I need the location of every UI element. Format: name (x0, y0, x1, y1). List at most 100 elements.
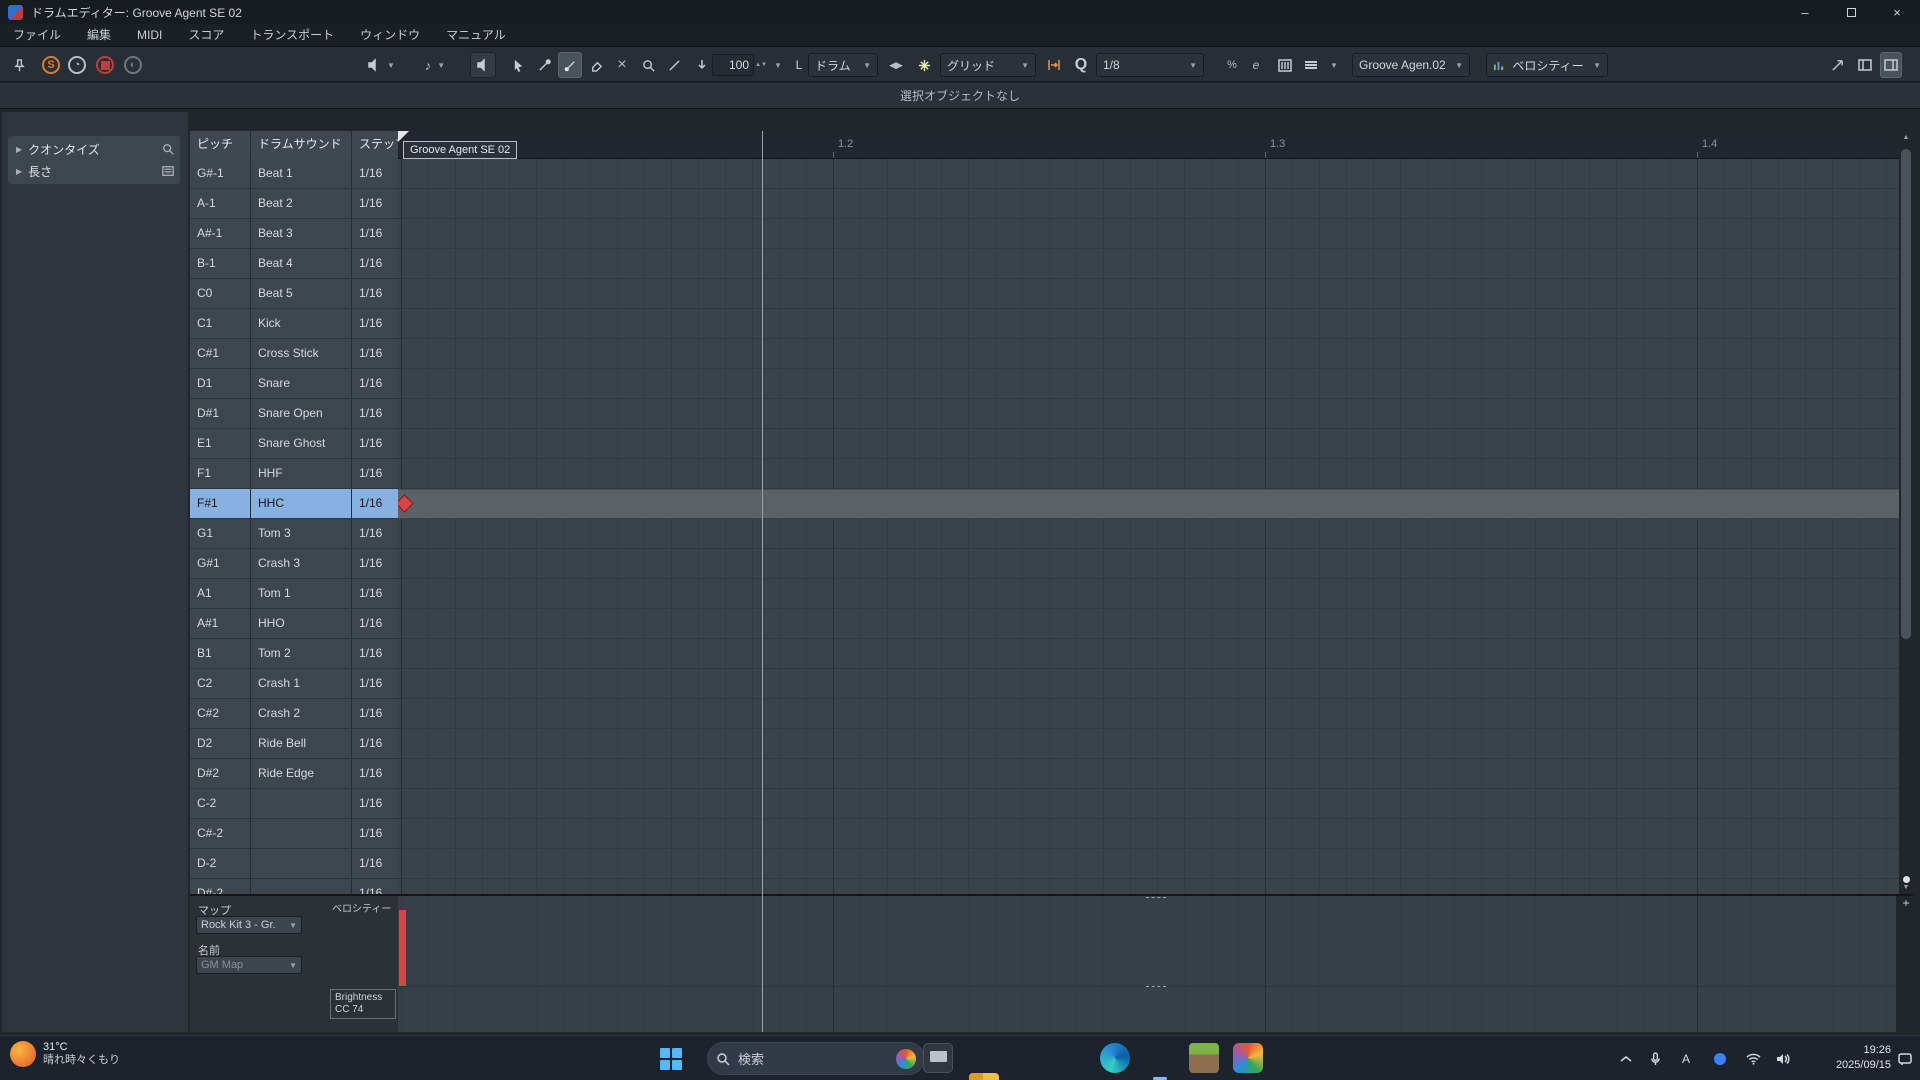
layers-dropdown-arrow[interactable]: ▼ (1324, 52, 1338, 78)
drum-row[interactable]: C1 Kick 1/16 (190, 309, 398, 339)
quantize-dropdown[interactable]: 1/8▼ (1096, 53, 1204, 77)
drum-row[interactable]: A-1 Beat 2 1/16 (190, 189, 398, 219)
record-button[interactable] (94, 52, 116, 78)
notification-center-icon[interactable] (1898, 1036, 1912, 1080)
event-bars-icon[interactable] (1274, 52, 1296, 78)
app-icon-display[interactable] (923, 1043, 953, 1073)
ime-indicator[interactable]: A (1682, 1036, 1690, 1080)
velocity-dropdown-arrow[interactable]: ▼ (768, 52, 782, 78)
drum-row[interactable]: A#-1 Beat 3 1/16 (190, 219, 398, 249)
drum-row[interactable]: C#2 Crash 2 1/16 (190, 699, 398, 729)
insert-velocity-input[interactable]: 100 (712, 54, 754, 76)
menu-item[interactable]: スコア (175, 24, 237, 46)
drum-row[interactable]: D#1 Snare Open 1/16 (190, 399, 398, 429)
drum-row[interactable]: C#-2 1/16 (190, 819, 398, 849)
solo-button[interactable]: S (40, 52, 62, 78)
drum-row[interactable]: C-2 1/16 (190, 789, 398, 819)
scroll-up-arrow[interactable]: ▲ (1899, 134, 1913, 141)
drumstick-tool-button[interactable] (558, 52, 582, 78)
velocity-spinner[interactable]: ▲▼ (756, 52, 766, 78)
drum-row[interactable]: D-2 1/16 (190, 849, 398, 879)
drum-row[interactable]: F1 HHF 1/16 (190, 459, 398, 489)
zoom-slider-dot[interactable] (1903, 876, 1910, 883)
quantize-percent-button[interactable]: % (1222, 52, 1242, 78)
drum-row[interactable]: D#-2 1/16 (190, 879, 398, 894)
quantize-edit-button[interactable]: e (1246, 52, 1266, 78)
velocity-bar[interactable] (399, 910, 406, 986)
open-in-window-icon[interactable] (1826, 52, 1848, 78)
minecraft-icon[interactable] (1189, 1043, 1219, 1073)
note-grid[interactable] (398, 159, 1899, 894)
menu-item[interactable]: MIDI (124, 24, 175, 46)
wifi-icon[interactable] (1746, 1036, 1761, 1080)
zoom-in-button[interactable]: + (1899, 896, 1913, 910)
scroll-down-arrow[interactable]: ▼ (1899, 884, 1913, 891)
eraser-tool-button[interactable] (584, 52, 608, 78)
insert-mode-dropdown[interactable]: ドラム▼ (808, 53, 878, 77)
drum-row[interactable]: G1 Tom 3 1/16 (190, 519, 398, 549)
paint-app-icon[interactable] (1233, 1043, 1263, 1073)
map-dropdown[interactable]: Rock Kit 3 - Gr.▼ (196, 916, 302, 934)
header-sound[interactable]: ドラムサウンド (251, 131, 352, 159)
menu-item[interactable]: トランスポート (237, 24, 347, 46)
paint-tool-button[interactable] (532, 52, 556, 78)
drum-row[interactable]: G#1 Crash 3 1/16 (190, 549, 398, 579)
pin-icon[interactable] (8, 52, 30, 78)
drum-row[interactable]: C0 Beat 5 1/16 (190, 279, 398, 309)
weather-widget[interactable]: 31°C 晴れ時々くもり (10, 1041, 120, 1067)
header-pitch[interactable]: ピッチ (190, 131, 251, 159)
volume-icon[interactable] (1776, 1036, 1790, 1080)
drum-row[interactable]: C#1 Cross Stick 1/16 (190, 339, 398, 369)
inspector-section-length[interactable]: ▶ 長さ (8, 158, 180, 184)
name-dropdown[interactable]: GM Map▼ (196, 956, 302, 974)
drum-row[interactable]: E1 Snare Ghost 1/16 (190, 429, 398, 459)
line-tool-button[interactable] (662, 52, 686, 78)
cc-lane-label[interactable]: Brightness CC 74 (330, 989, 396, 1019)
drum-row[interactable]: D1 Snare 1/16 (190, 369, 398, 399)
part-dropdown[interactable]: Groove Agen.02▼ (1352, 53, 1470, 77)
menu-item[interactable]: ファイル (0, 24, 74, 46)
menu-item[interactable]: ウィンドウ (347, 24, 433, 46)
snap-button[interactable] (912, 52, 936, 78)
controller-lane[interactable] (398, 896, 1896, 1032)
note-display-button[interactable]: ♪▼ (416, 52, 454, 78)
loop-button[interactable]: ◐ (122, 52, 144, 78)
select-tool-button[interactable] (506, 52, 530, 78)
zoom-tool-button[interactable] (636, 52, 660, 78)
drum-row[interactable]: D#2 Ride Edge 1/16 (190, 759, 398, 789)
window-layout-right-icon[interactable] (1880, 52, 1902, 78)
drum-row[interactable]: A#1 HHO 1/16 (190, 609, 398, 639)
auto-scroll-button[interactable]: ◔ (66, 52, 88, 78)
drum-row[interactable]: G#-1 Beat 1 1/16 (190, 159, 398, 189)
mute-tool-button[interactable]: × (610, 52, 634, 78)
layers-icon[interactable] (1300, 52, 1322, 78)
grid-dropdown[interactable]: グリッド▼ (940, 53, 1036, 77)
acoustic-feedback-button[interactable]: ▼ (362, 52, 400, 78)
speaker-button[interactable] (470, 52, 496, 78)
maximize-button[interactable] (1828, 0, 1874, 24)
microphone-icon[interactable] (1650, 1036, 1661, 1080)
tray-chevron-up-icon[interactable] (1620, 1036, 1632, 1080)
window-layout-left-icon[interactable] (1854, 52, 1876, 78)
drum-row[interactable]: A1 Tom 1 1/16 (190, 579, 398, 609)
drum-row[interactable]: D2 Ride Bell 1/16 (190, 729, 398, 759)
drum-row[interactable]: B-1 Beat 4 1/16 (190, 249, 398, 279)
file-explorer-icon[interactable] (969, 1073, 999, 1080)
velocity-lane-label[interactable]: ベロシティー (332, 900, 391, 915)
timeline-ruler[interactable]: Groove Agent SE 02 1.21.31.4 (398, 131, 1899, 159)
scrollbar-thumb[interactable] (1901, 149, 1911, 639)
header-step[interactable]: ステップ (352, 131, 398, 159)
drum-row[interactable]: B1 Tom 2 1/16 (190, 639, 398, 669)
tray-app-blue-icon[interactable] (1714, 1036, 1726, 1080)
controller-dropdown[interactable]: ベロシティー▼ (1486, 53, 1608, 77)
edge-icon[interactable] (1100, 1043, 1130, 1073)
minimize-button[interactable]: – (1782, 0, 1828, 24)
part-name-label[interactable]: Groove Agent SE 02 (403, 141, 517, 159)
project-cursor-line[interactable] (762, 131, 763, 1032)
expand-icon[interactable]: ◀▶ (884, 52, 908, 78)
menu-item[interactable]: 編集 (74, 24, 124, 46)
menu-item[interactable]: マニュアル (433, 24, 519, 46)
start-button[interactable] (660, 1048, 682, 1070)
clock[interactable]: 19:26 2025/09/15 (1815, 1043, 1891, 1073)
drum-row[interactable]: C2 Crash 1 1/16 (190, 669, 398, 699)
